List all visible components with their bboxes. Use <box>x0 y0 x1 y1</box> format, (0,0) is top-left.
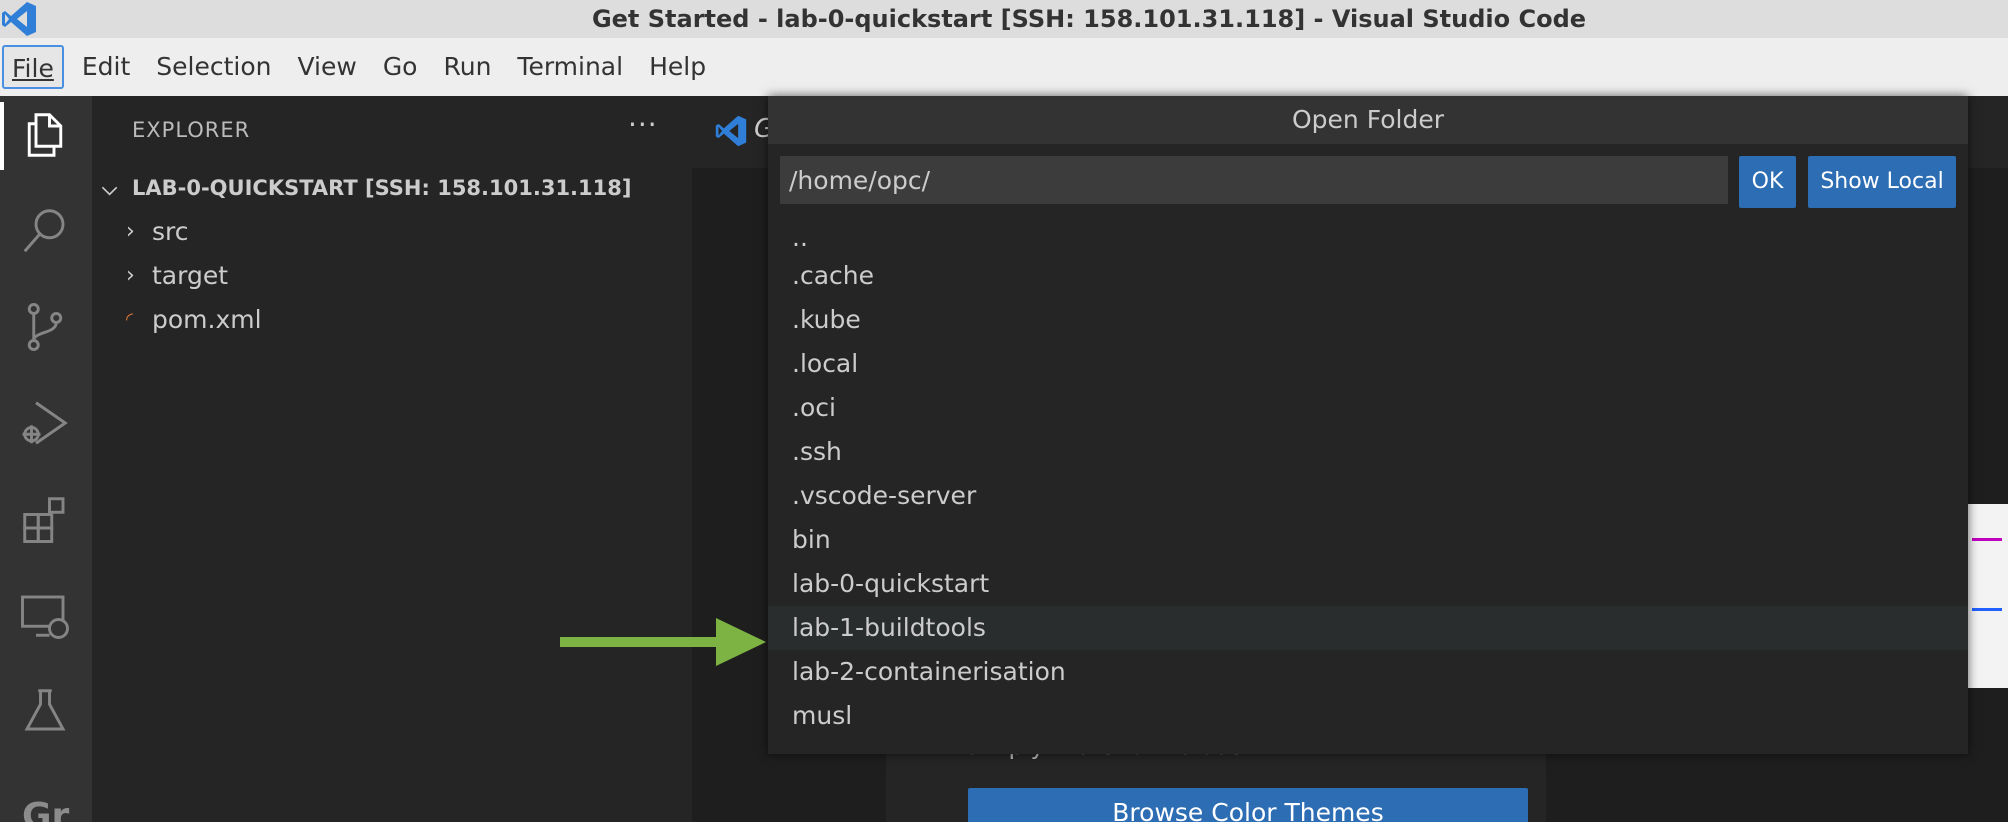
remote-explorer-icon[interactable] <box>14 584 76 646</box>
list-item-highlighted[interactable]: lab-1-buildtools <box>768 606 1968 650</box>
ok-button[interactable]: OK <box>1739 156 1796 208</box>
activity-bar: Gr <box>0 96 92 822</box>
gradle-label[interactable]: Gr <box>22 796 69 822</box>
preview-line <box>1972 538 2002 541</box>
explorer-icon[interactable] <box>14 104 76 166</box>
folder-list: .. .cache .kube .local .oci .ssh .vscode… <box>768 222 1968 738</box>
menu-file[interactable]: File <box>2 45 64 89</box>
workspace-root-label: LAB-0-QUICKSTART [SSH: 158.101.31.118] <box>132 176 632 200</box>
list-item[interactable]: .kube <box>768 298 1968 342</box>
tree-folder-src[interactable]: › src <box>126 210 189 252</box>
rss-icon: ◜ <box>126 308 133 330</box>
explorer-title: EXPLORER <box>132 118 251 142</box>
browse-color-themes-button[interactable]: Browse Color Themes <box>968 788 1528 822</box>
chevron-right-icon: › <box>126 262 135 288</box>
tree-file-pom[interactable]: ◜ pom.xml <box>126 298 262 340</box>
list-item-parent[interactable]: .. <box>768 222 1968 254</box>
menu-go[interactable]: Go <box>375 45 426 89</box>
search-icon[interactable] <box>14 200 76 262</box>
folder-path-input[interactable] <box>780 156 1728 204</box>
preview-line <box>1972 608 2002 611</box>
menu-selection[interactable]: Selection <box>148 45 279 89</box>
more-actions-icon[interactable]: ··· <box>628 108 658 141</box>
vscode-tab-icon <box>715 115 747 147</box>
source-control-icon[interactable] <box>14 296 76 358</box>
list-item[interactable]: .vscode-server <box>768 474 1968 518</box>
testing-icon[interactable] <box>14 680 76 742</box>
list-item[interactable]: .local <box>768 342 1968 386</box>
list-item[interactable]: .cache <box>768 254 1968 298</box>
annotation-arrow-icon <box>560 618 766 666</box>
menu-run-label: Run <box>443 52 492 81</box>
preview-thumbnail <box>1966 504 2008 688</box>
dialog-title: Open Folder <box>768 96 1968 144</box>
list-item[interactable]: lab-2-containerisation <box>768 650 1968 694</box>
workspace-root-folder[interactable]: ⌵ LAB-0-QUICKSTART [SSH: 158.101.31.118] <box>102 168 631 208</box>
tree-folder-target[interactable]: › target <box>126 254 228 296</box>
menu-run[interactable]: Run <box>435 45 499 89</box>
tree-item-label: pom.xml <box>152 304 262 334</box>
title-bar: Get Started - lab-0-quickstart [SSH: 158… <box>0 0 2008 38</box>
menu-edit-label: Edit <box>81 52 131 81</box>
menu-view-label: View <box>297 52 357 81</box>
chevron-right-icon: › <box>126 218 135 244</box>
list-item[interactable]: musl <box>768 694 1968 738</box>
menu-file-label: File <box>12 54 54 83</box>
show-local-button[interactable]: Show Local <box>1808 156 1956 208</box>
chevron-down-icon: ⌵ <box>102 176 118 200</box>
list-item[interactable]: lab-0-quickstart <box>768 562 1968 606</box>
list-item[interactable]: .ssh <box>768 430 1968 474</box>
menu-terminal-label: Terminal <box>517 52 624 81</box>
tree-item-label: target <box>152 260 229 290</box>
menu-selection-label: Selection <box>156 52 272 81</box>
menu-bar: File Edit Selection View Go Run Terminal… <box>0 38 2008 96</box>
run-debug-icon[interactable] <box>14 392 76 454</box>
window-title: Get Started - lab-0-quickstart [SSH: 158… <box>591 5 1587 33</box>
open-folder-dialog: Open Folder OK Show Local .. .cache .kub… <box>768 96 1968 754</box>
menu-view[interactable]: View <box>289 45 364 89</box>
menu-help[interactable]: Help <box>641 45 714 89</box>
menu-terminal[interactable]: Terminal <box>509 45 631 89</box>
explorer-sidebar: EXPLORER ··· ⌵ LAB-0-QUICKSTART [SSH: 15… <box>92 96 692 822</box>
menu-go-label: Go <box>382 52 418 81</box>
menu-help-label: Help <box>649 52 707 81</box>
tree-item-label: src <box>152 216 189 246</box>
list-item[interactable]: bin <box>768 518 1968 562</box>
active-indicator <box>0 102 4 170</box>
list-item[interactable]: .oci <box>768 386 1968 430</box>
extensions-icon[interactable] <box>14 488 76 550</box>
menu-edit[interactable]: Edit <box>74 45 138 89</box>
